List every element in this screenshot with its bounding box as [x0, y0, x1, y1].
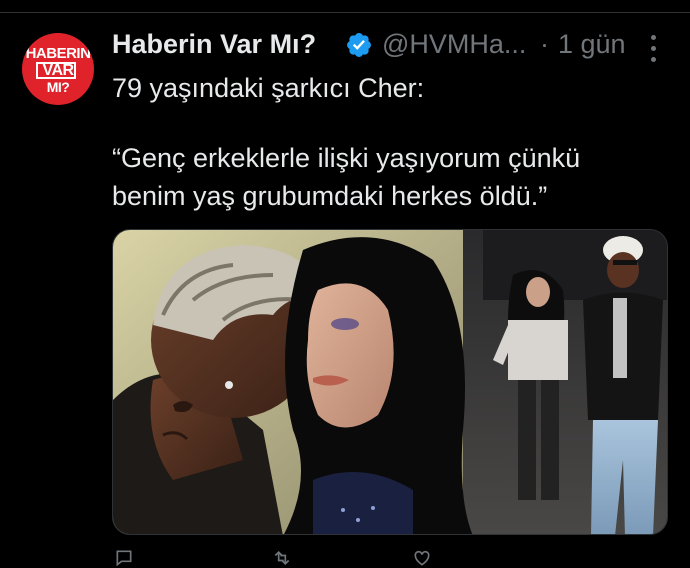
- user-handle[interactable]: @HVMHa...: [382, 29, 526, 60]
- photo-illustration: [113, 230, 667, 534]
- display-name[interactable]: Haberin Var Mı?: [112, 29, 316, 60]
- like-icon[interactable]: [412, 548, 432, 568]
- tweet-media-image[interactable]: [112, 229, 668, 535]
- more-options-icon[interactable]: [636, 32, 670, 66]
- separator-dot: ·: [540, 29, 549, 59]
- repost-icon[interactable]: [272, 548, 292, 568]
- reply-icon[interactable]: [114, 548, 134, 568]
- avatar-logo-line2: VAR: [42, 62, 74, 79]
- verified-badge-icon: [347, 33, 371, 57]
- timestamp[interactable]: 1 gün: [558, 29, 626, 60]
- tweet-text-line: benim yaş grubumdaki herkes öldü.”: [112, 181, 548, 211]
- avatar-logo-line3: MI?: [46, 79, 70, 95]
- avatar[interactable]: HABERIN VAR MI?: [22, 33, 94, 105]
- avatar-logo-line1: HABERIN: [25, 45, 91, 62]
- tweet-header: Haberin Var Mı? @HVMHa... · 1 gün: [112, 26, 672, 62]
- tweet-actions: [112, 548, 668, 568]
- top-divider: [0, 12, 690, 13]
- tweet-text-line: “Genç erkeklerle ilişki yaşıyorum çünkü: [112, 143, 581, 173]
- tweet-text-line: 79 yaşındaki şarkıcı Cher:: [112, 73, 425, 103]
